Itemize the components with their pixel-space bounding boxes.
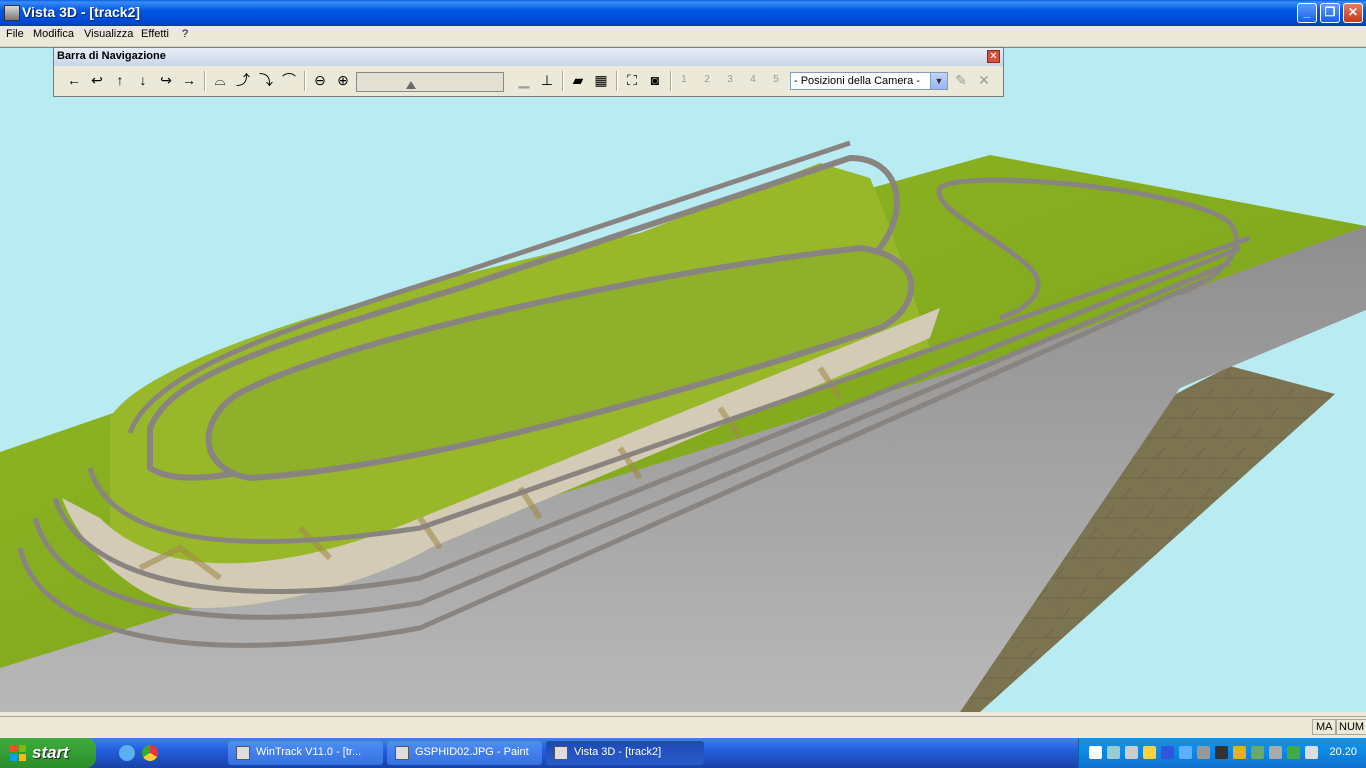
- navigation-toolbar: Barra di Navigazione ✕ ← ↩ ↑ ↓ ↪ → ⌓ ⤴ ⤵…: [53, 47, 1004, 97]
- start-button[interactable]: start: [0, 738, 96, 768]
- grid-icon[interactable]: ▦: [591, 70, 611, 90]
- status-bar: MA NUM: [0, 716, 1366, 737]
- view-tilt-up-icon[interactable]: ⌓: [210, 70, 230, 90]
- app-icon: [4, 5, 20, 21]
- camera-positions-value: - Posizioni della Camera -: [794, 75, 920, 87]
- tray-bluetooth-icon[interactable]: [1161, 746, 1174, 759]
- camera-slot-5-icon[interactable]: 5: [766, 70, 786, 90]
- menu-modifica[interactable]: Modifica: [33, 28, 74, 40]
- zoom-in-icon[interactable]: ⊕: [333, 70, 353, 90]
- tray-document-icon[interactable]: [1089, 746, 1102, 759]
- delete-camera-icon[interactable]: ✕: [974, 70, 994, 90]
- move-down-button[interactable]: ↓: [133, 70, 153, 90]
- camera-slot-1-icon[interactable]: 1: [674, 70, 694, 90]
- window-title: Vista 3D - [track2]: [22, 4, 141, 20]
- wintrack-icon: [236, 746, 250, 760]
- task-paint[interactable]: GSPHID02.JPG - Paint: [387, 741, 542, 765]
- minimize-button[interactable]: _: [1297, 3, 1317, 23]
- zoom-out-icon[interactable]: ⊖: [310, 70, 330, 90]
- rotate-left-button[interactable]: ↩: [87, 70, 107, 90]
- camera-slot-2-icon[interactable]: 2: [697, 70, 717, 90]
- view-tilt-down-icon[interactable]: ⌒: [279, 70, 299, 90]
- menu-help[interactable]: ?: [182, 28, 188, 40]
- landscape-icon[interactable]: ▰: [568, 70, 588, 90]
- layout-3d-render: [0, 140, 1366, 712]
- tray-app-icon[interactable]: [1233, 746, 1246, 759]
- title-bar[interactable]: Vista 3D - [track2] _ ❐ ✕: [0, 0, 1366, 26]
- restore-button[interactable]: ❐: [1320, 3, 1340, 23]
- vista-3d-icon: [554, 746, 568, 760]
- tray-phone-icon[interactable]: [1305, 746, 1318, 759]
- tray-search-icon[interactable]: [1179, 746, 1192, 759]
- system-tray: 20.20: [1078, 738, 1366, 768]
- tray-network-icon[interactable]: [1107, 746, 1120, 759]
- zoom-slider-thumb[interactable]: [406, 81, 416, 89]
- track-height-icon[interactable]: ⊥: [537, 70, 557, 90]
- camera-slot-3-icon[interactable]: 3: [720, 70, 740, 90]
- camera-slot-4-icon[interactable]: 4: [743, 70, 763, 90]
- menu-effetti[interactable]: Effetti: [141, 28, 169, 40]
- fit-view-icon[interactable]: ⛶: [622, 70, 642, 90]
- zoom-slider[interactable]: [356, 72, 504, 92]
- navigation-toolbar-title: Barra di Navigazione: [57, 50, 166, 62]
- tray-shield-icon[interactable]: [1143, 746, 1156, 759]
- task-wintrack[interactable]: WinTrack V11.0 - [tr...: [228, 741, 383, 765]
- paint-icon: [395, 746, 409, 760]
- tray-wifi-icon[interactable]: [1269, 746, 1282, 759]
- move-up-button[interactable]: ↑: [110, 70, 130, 90]
- pan-right-button[interactable]: →: [179, 70, 199, 90]
- tray-battery-icon[interactable]: [1251, 746, 1264, 759]
- tray-update-icon[interactable]: [1287, 746, 1300, 759]
- close-button[interactable]: ✕: [1343, 3, 1363, 23]
- clock[interactable]: 20.20: [1329, 746, 1357, 758]
- menu-bar: File Modifica Visualizza Effetti ?: [0, 26, 1366, 47]
- num-indicator: NUM: [1335, 719, 1366, 735]
- tray-display-icon[interactable]: [1197, 746, 1210, 759]
- 3d-viewport[interactable]: [0, 47, 1366, 712]
- tray-monitor-icon[interactable]: [1125, 746, 1138, 759]
- navigation-toolbar-titlebar[interactable]: Barra di Navigazione ✕: [54, 48, 1003, 66]
- internet-explorer-icon[interactable]: [119, 745, 135, 761]
- terrain-icon[interactable]: ▁: [514, 70, 534, 90]
- taskbar: start WinTrack V11.0 - [tr... GSPHID02.J…: [0, 738, 1366, 768]
- view-walk-down-icon[interactable]: ⤵: [256, 70, 276, 90]
- navigation-toolbar-close-button[interactable]: ✕: [987, 50, 1000, 63]
- task-vista-3d[interactable]: Vista 3D - [track2]: [546, 741, 704, 765]
- camera-icon[interactable]: ◙: [645, 70, 665, 90]
- pan-left-button[interactable]: ←: [64, 70, 84, 90]
- menu-visualizza[interactable]: Visualizza: [84, 28, 133, 40]
- camera-positions-select[interactable]: - Posizioni della Camera - ▼: [790, 72, 948, 90]
- caps-indicator: MA: [1312, 719, 1337, 735]
- view-walk-up-icon[interactable]: ⤴: [233, 70, 253, 90]
- menu-file[interactable]: File: [6, 28, 24, 40]
- chrome-icon[interactable]: [142, 745, 158, 761]
- save-camera-icon[interactable]: ✎: [951, 70, 971, 90]
- tray-screen-icon[interactable]: [1215, 746, 1228, 759]
- windows-logo-icon: [10, 745, 26, 761]
- start-label: start: [32, 743, 69, 762]
- rotate-right-button[interactable]: ↪: [156, 70, 176, 90]
- chevron-down-icon[interactable]: ▼: [930, 73, 947, 89]
